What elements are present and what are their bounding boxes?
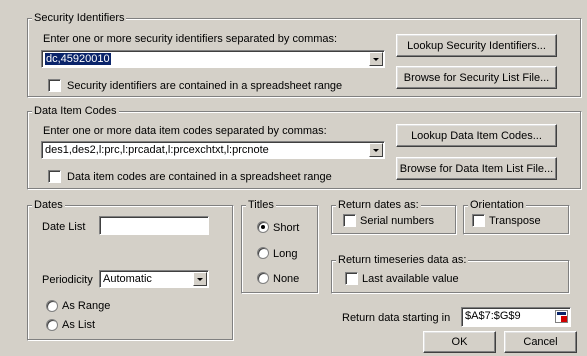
periodicity-label: Periodicity — [42, 274, 93, 286]
chevron-down-icon[interactable] — [193, 272, 207, 286]
return-data-starting-input[interactable]: $A$7:$G$9 — [461, 307, 571, 327]
last-available-value-checkbox[interactable] — [345, 272, 358, 285]
data-item-codes-value: des1,des2,l:prc,l:prcadat,l:prcexchtxt,l… — [45, 144, 269, 156]
titles-long-label: Long — [273, 248, 298, 260]
return-dates-legend: Return dates as: — [336, 199, 421, 211]
browse-data-item-list-button[interactable]: Browse for Data Item List File... — [396, 157, 557, 180]
data-item-codes-prompt: Enter one or more data item codes separa… — [43, 125, 327, 137]
periodicity-value: Automatic — [103, 273, 152, 285]
serial-numbers-checkbox[interactable] — [343, 214, 356, 227]
transpose-label: Transpose — [489, 215, 541, 227]
return-data-starting-label: Return data starting in — [342, 312, 451, 324]
chevron-down-icon[interactable] — [369, 143, 383, 157]
titles-none-radio[interactable] — [257, 272, 269, 284]
titles-short-radio[interactable] — [257, 221, 269, 233]
data-item-codes-legend: Data Item Codes — [32, 105, 119, 117]
dates-legend: Dates — [32, 199, 65, 211]
data-items-range-checkbox[interactable] — [48, 170, 61, 183]
date-list-input[interactable] — [99, 216, 209, 235]
orientation-legend: Orientation — [468, 199, 526, 211]
titles-none-label: None — [273, 273, 300, 285]
titles-legend: Titles — [246, 199, 276, 211]
ok-button[interactable]: OK — [423, 331, 496, 353]
lookup-data-item-codes-button[interactable]: Lookup Data Item Codes... — [396, 124, 557, 147]
last-available-value-label: Last available value — [362, 273, 459, 285]
security-identifiers-legend: Security Identifiers — [32, 12, 127, 24]
as-list-label: As List — [62, 319, 96, 331]
browse-security-list-button[interactable]: Browse for Security List File... — [396, 66, 557, 89]
transpose-checkbox[interactable] — [472, 214, 485, 227]
data-item-codes-combo[interactable]: des1,des2,l:prc,l:prcadat,l:prcexchtxt,l… — [41, 141, 385, 159]
periodicity-select[interactable]: Automatic — [99, 270, 209, 288]
cancel-button[interactable]: Cancel — [504, 331, 577, 353]
chevron-down-icon[interactable] — [369, 52, 383, 66]
security-identifiers-value: dc,45920010 — [45, 53, 111, 65]
as-list-radio[interactable] — [46, 319, 58, 331]
titles-long-radio[interactable] — [257, 247, 269, 259]
security-range-checkbox-label: Security identifiers are contained in a … — [67, 80, 343, 92]
date-list-label: Date List — [42, 221, 86, 233]
security-identifiers-combo[interactable]: dc,45920010 — [41, 50, 385, 68]
return-data-starting-value: $A$7:$G$9 — [465, 310, 521, 322]
security-range-checkbox[interactable] — [48, 79, 61, 92]
as-range-radio[interactable] — [46, 300, 58, 312]
timeseries-legend: Return timeseries data as: — [336, 254, 469, 266]
titles-short-label: Short — [273, 222, 300, 234]
range-picker-icon[interactable] — [555, 310, 568, 323]
security-identifiers-prompt: Enter one or more security identifiers s… — [43, 33, 338, 45]
serial-numbers-label: Serial numbers — [360, 215, 434, 227]
lookup-security-identifiers-button[interactable]: Lookup Security Identifiers... — [396, 34, 557, 57]
data-items-range-checkbox-label: Data item codes are contained in a sprea… — [67, 171, 332, 183]
as-range-label: As Range — [62, 300, 111, 312]
